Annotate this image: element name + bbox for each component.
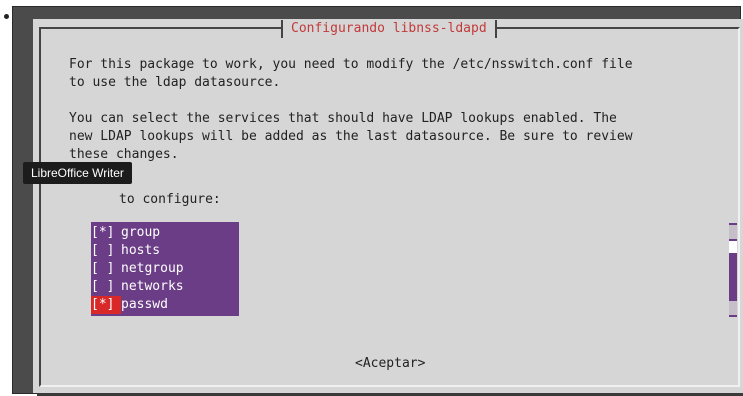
services-checklist[interactable]: [*] group [ ] hosts [ ] netgroup [ ] network… (91, 222, 239, 316)
list-item-label: passwd (121, 297, 168, 312)
checkbox[interactable]: [*] (91, 296, 121, 314)
list-item-label: group (121, 225, 161, 240)
checkbox[interactable]: [ ] (91, 242, 121, 260)
list-item-group[interactable]: [*] group (91, 224, 239, 242)
checkbox[interactable]: [*] (91, 224, 121, 242)
terminal-screen: Configurando libnss-ldapd For this packa… (12, 6, 743, 394)
list-item-label: hosts (121, 243, 161, 258)
scrollbar-thumb[interactable] (729, 241, 737, 253)
list-item-passwd[interactable]: [*] passwd (91, 296, 239, 314)
bullet-dot (4, 14, 9, 19)
scroll-down-arrow-icon[interactable] (729, 301, 737, 315)
list-item-netgroup[interactable]: [ ] netgroup (91, 260, 239, 278)
list-item-networks[interactable]: [ ] networks (91, 278, 239, 296)
description-line: You can select the services that should … (69, 111, 617, 126)
list-item-label: networks (121, 279, 184, 294)
description-line: these changes. (69, 147, 179, 162)
services-label: to configure: (119, 192, 221, 207)
dialog-title: Configurando libnss-ldapd (281, 20, 497, 38)
tooltip: LibreOffice Writer (23, 162, 132, 184)
accept-button[interactable]: <Aceptar> (355, 355, 425, 373)
list-item-hosts[interactable]: [ ] hosts (91, 242, 239, 260)
description-text: For this package to work, you need to mo… (69, 56, 743, 164)
checkbox[interactable]: [ ] (91, 260, 121, 278)
list-scrollbar[interactable] (729, 223, 737, 317)
debconf-dialog: Configurando libnss-ldapd For this packa… (33, 19, 743, 393)
scroll-up-arrow-icon[interactable] (729, 225, 737, 239)
description-line: to use the ldap datasource. (69, 75, 281, 90)
description-line: new LDAP lookups will be added as the la… (69, 129, 633, 144)
description-line: For this package to work, you need to mo… (69, 57, 633, 72)
list-item-label: netgroup (121, 261, 184, 276)
checkbox[interactable]: [ ] (91, 278, 121, 296)
